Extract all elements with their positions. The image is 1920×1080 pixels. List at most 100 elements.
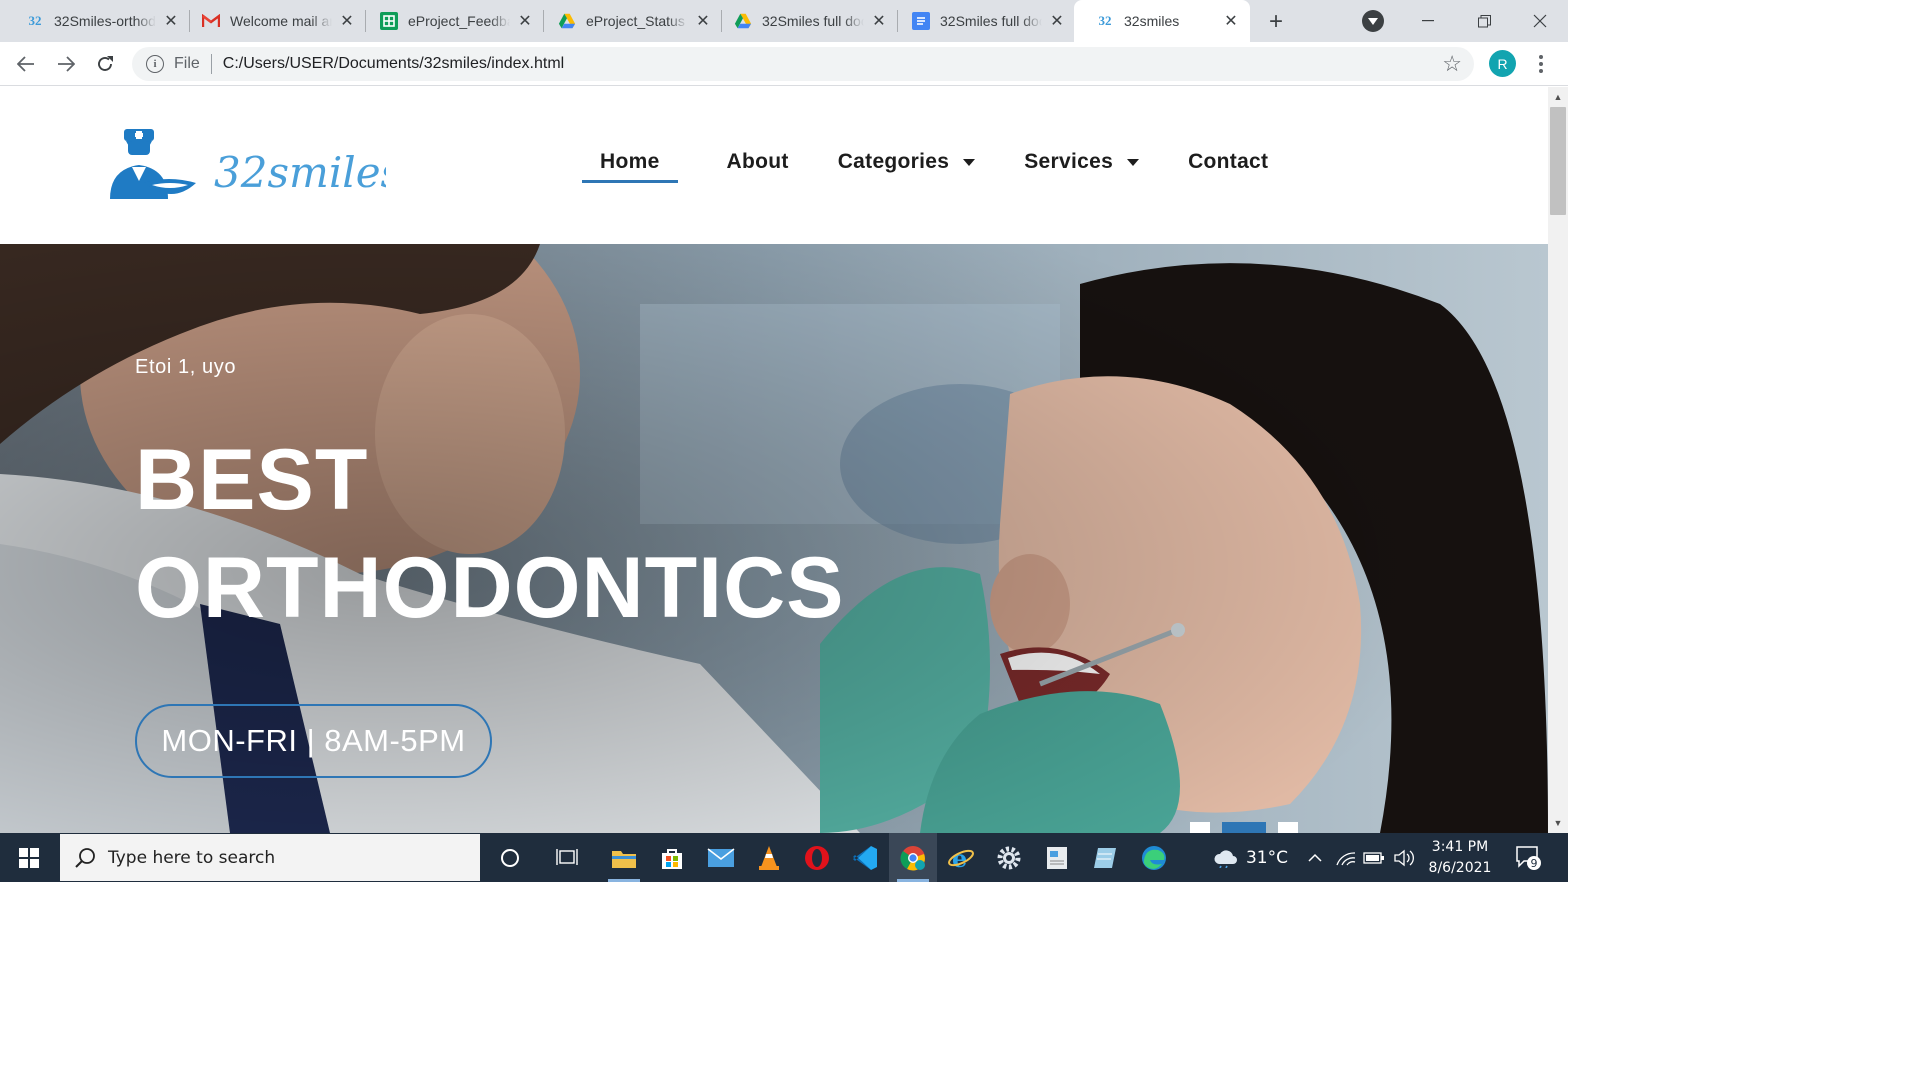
close-tab-icon[interactable]: ✕ <box>1222 12 1240 30</box>
url-divider <box>210 54 212 74</box>
close-tab-icon[interactable]: ✕ <box>516 12 534 30</box>
tab-title: eProject_Status <box>586 13 685 29</box>
vscode-icon[interactable] <box>841 833 889 882</box>
opening-hours-button[interactable]: MON-FRI | 8AM-5PM <box>135 704 492 778</box>
internet-explorer-icon[interactable]: e <box>937 833 985 882</box>
nav-item-services[interactable]: Services <box>1024 145 1140 179</box>
nav-item-about[interactable]: About <box>727 145 789 179</box>
slide-indicator-2[interactable] <box>1222 822 1266 833</box>
scrollbar-thumb[interactable] <box>1550 107 1566 215</box>
wifi-icon[interactable] <box>1332 833 1360 882</box>
tab-title: 32smiles <box>1124 13 1180 29</box>
show-hidden-icons-chevron-icon[interactable] <box>1302 833 1328 882</box>
search-placeholder: Type here to search <box>108 847 276 868</box>
close-tab-icon[interactable]: ✕ <box>870 12 888 30</box>
dropdown-caret-icon <box>963 158 976 166</box>
system-clock[interactable]: 3:41 PM 8/6/2021 <box>1420 837 1500 879</box>
close-tab-icon[interactable]: ✕ <box>694 12 712 30</box>
back-arrow-icon[interactable] <box>10 48 42 80</box>
google-drive-icon <box>734 12 752 30</box>
settings-gear-icon[interactable] <box>985 833 1033 882</box>
close-window-icon[interactable] <box>1512 0 1568 42</box>
nav-item-label: About <box>726 150 789 173</box>
page-viewport: 32smiles Home About Categories Services … <box>0 87 1548 833</box>
tab-title: 32Smiles full doc <box>940 13 1042 29</box>
slide-indicator-1[interactable] <box>1190 822 1210 833</box>
bookmark-star-icon[interactable]: ☆ <box>1442 51 1462 77</box>
url-scheme-label: File <box>174 55 200 72</box>
task-view-icon[interactable] <box>543 833 591 882</box>
document-viewer-icon[interactable] <box>1033 833 1081 882</box>
browser-toolbar: i File C:/Users/USER/Documents/32smiles/… <box>0 42 1568 86</box>
volume-speaker-icon[interactable] <box>1390 833 1418 882</box>
new-tab-button[interactable]: + <box>1262 8 1290 36</box>
browser-tab[interactable]: 32Smiles full doc ✕ <box>890 0 1076 42</box>
google-sheets-icon <box>380 12 398 30</box>
nav-item-contact[interactable]: Contact <box>1188 145 1268 179</box>
scroll-down-arrow-icon[interactable]: ▼ <box>1548 815 1568 831</box>
32smiles-logo[interactable]: 32smiles <box>106 127 386 207</box>
hero-title: BEST ORTHODONTICS <box>135 426 935 642</box>
32smiles-favicon: 32 <box>28 13 42 28</box>
browser-tab[interactable]: 32 32Smiles-orthodontics ✕ <box>4 0 190 42</box>
minimize-icon[interactable] <box>1400 0 1456 42</box>
forward-arrow-icon[interactable] <box>50 48 82 80</box>
opera-icon[interactable] <box>793 833 841 882</box>
restore-icon[interactable] <box>1456 0 1512 42</box>
profile-avatar[interactable]: R <box>1489 50 1516 77</box>
browser-tab[interactable]: 32Smiles full doc ✕ <box>712 0 898 42</box>
action-center-notification-icon[interactable]: 9 <box>1514 843 1542 871</box>
cortana-icon[interactable] <box>486 833 534 882</box>
close-tab-icon[interactable]: ✕ <box>162 12 180 30</box>
site-info-icon[interactable]: i <box>146 55 164 73</box>
slider-indicators <box>1190 822 1298 833</box>
search-icon <box>75 847 95 868</box>
clock-time: 3:41 PM <box>1431 839 1489 855</box>
logo-text: 32smiles <box>214 148 386 197</box>
browser-tab[interactable]: eProject_Feedback ✕ <box>358 0 544 42</box>
tab-title: Welcome mail and <box>230 13 332 29</box>
site-header: 32smiles Home About Categories Services … <box>0 87 1548 244</box>
nav-item-home[interactable]: Home <box>582 145 678 183</box>
hero-slider: Etoi 1, uyo BEST ORTHODONTICS MON-FRI | … <box>0 244 1548 833</box>
weather-temperature[interactable]: 31°C <box>1244 833 1290 882</box>
nav-item-categories[interactable]: Categories <box>838 145 976 179</box>
battery-icon[interactable] <box>1360 833 1388 882</box>
close-tab-icon[interactable]: ✕ <box>338 12 356 30</box>
taskbar-search-box[interactable]: Type here to search <box>60 834 480 881</box>
notepad-icon[interactable] <box>1081 833 1129 882</box>
tab-title: 32Smiles full doc <box>762 13 864 29</box>
nav-item-label: Categories <box>837 150 950 173</box>
microsoft-edge-icon[interactable] <box>1130 833 1178 882</box>
svg-text:e: e <box>952 845 967 871</box>
weather-cloud-icon[interactable] <box>1208 833 1244 882</box>
google-docs-icon <box>912 12 930 30</box>
browser-tab[interactable]: eProject_Status ✕ <box>536 0 722 42</box>
hero-title-line: ORTHODONTICS <box>135 540 845 636</box>
address-bar[interactable]: i File C:/Users/USER/Documents/32smiles/… <box>132 47 1474 81</box>
gmail-icon <box>202 12 220 30</box>
browser-tab-strip: 32 32Smiles-orthodontics ✕ Welcome mail … <box>0 0 1568 42</box>
browser-menu-icon[interactable] <box>1532 50 1550 78</box>
slide-indicator-3[interactable] <box>1278 822 1298 833</box>
google-chrome-icon[interactable] <box>889 833 937 882</box>
browser-tab-active[interactable]: 32 32smiles ✕ <box>1074 0 1250 42</box>
mail-icon[interactable] <box>697 833 745 882</box>
browser-tab[interactable]: Welcome mail and ✕ <box>180 0 366 42</box>
notification-count-badge: 9 <box>1531 857 1538 870</box>
scroll-up-arrow-icon[interactable]: ▲ <box>1548 89 1568 105</box>
windows-start-icon[interactable] <box>0 833 58 882</box>
file-explorer-icon[interactable] <box>600 833 648 882</box>
close-tab-icon[interactable]: ✕ <box>1048 12 1066 30</box>
hero-title-line: BEST <box>135 432 369 528</box>
page-scrollbar[interactable]: ▲ ▼ <box>1548 87 1568 833</box>
tab-search-icon[interactable] <box>1362 10 1384 32</box>
reload-icon[interactable] <box>89 48 121 80</box>
hero-location-text: Etoi 1, uyo <box>135 356 237 378</box>
tab-title: eProject_Feedback <box>408 13 510 29</box>
clock-date: 8/6/2021 <box>1428 860 1492 876</box>
url-text[interactable]: C:/Users/USER/Documents/32smiles/index.h… <box>223 55 564 73</box>
vlc-player-icon[interactable] <box>745 833 793 882</box>
microsoft-store-icon[interactable] <box>648 833 696 882</box>
windows-taskbar: Type here to search e 31°C 3:41 PM 8/6/2… <box>0 833 1568 882</box>
